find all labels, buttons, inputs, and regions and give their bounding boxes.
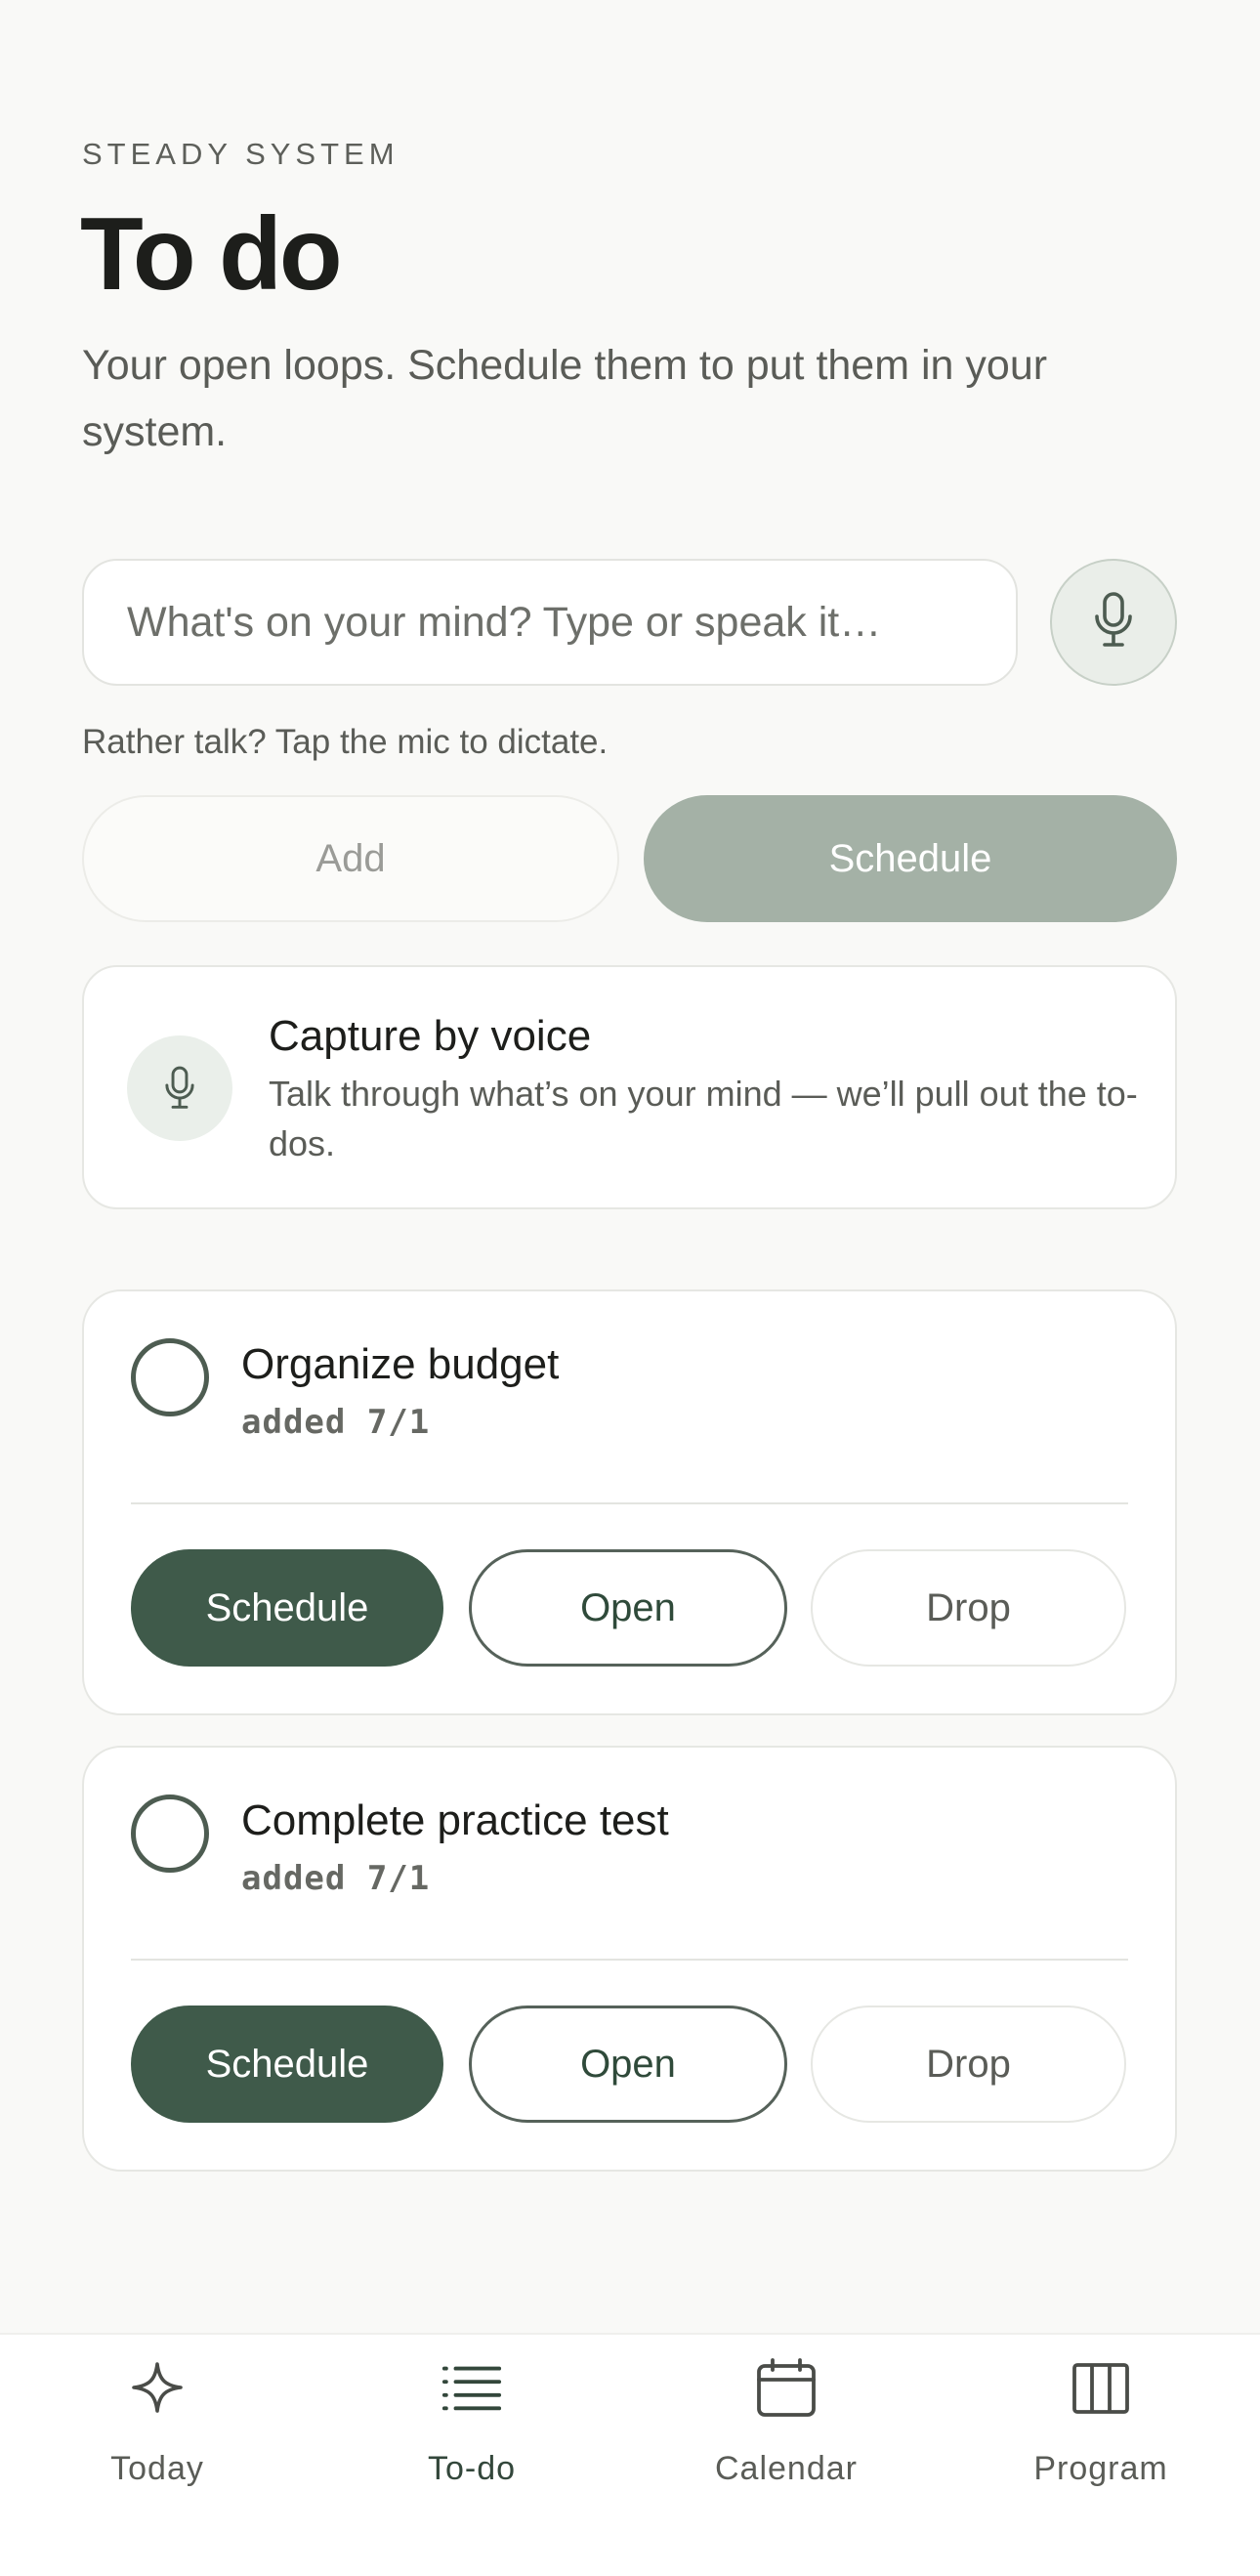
tab-label: To-do	[427, 2450, 517, 2487]
tab-todo[interactable]: To-do	[315, 2335, 629, 2576]
task-card: Complete practice test added 7/1 Schedul…	[82, 1746, 1177, 2172]
divider	[131, 1959, 1128, 1961]
task-schedule-button[interactable]: Schedule	[131, 2006, 443, 2123]
capture-by-voice-card[interactable]: Capture by voice Talk through what’s on …	[82, 965, 1177, 1209]
tab-today[interactable]: Today	[0, 2335, 315, 2576]
add-button[interactable]: Add	[82, 795, 619, 922]
task-open-button[interactable]: Open	[469, 1549, 787, 1667]
app-eyebrow: STEADY SYSTEM	[82, 137, 399, 171]
list-icon	[441, 2356, 503, 2419]
book-icon	[1070, 2356, 1132, 2419]
task-checkbox[interactable]	[131, 1795, 209, 1873]
tab-label: Calendar	[715, 2450, 858, 2487]
task-drop-button[interactable]: Drop	[811, 2006, 1126, 2123]
mic-button[interactable]	[1050, 559, 1177, 686]
capture-input[interactable]	[127, 598, 973, 647]
microphone-icon	[1092, 591, 1135, 655]
voice-card-description: Talk through what’s on your mind — we’ll…	[269, 1074, 1138, 1163]
page-subtitle: Your open loops. Schedule them to put th…	[82, 342, 1048, 455]
task-added-date: added 7/1	[241, 1859, 431, 1898]
page-title: To do	[80, 196, 343, 312]
task-title: Complete practice test	[241, 1796, 669, 1844]
bottom-tab-bar: Today To-do Calendar Program	[0, 2333, 1260, 2576]
task-drop-button[interactable]: Drop	[811, 1549, 1126, 1667]
task-checkbox[interactable]	[131, 1338, 209, 1416]
calendar-icon	[755, 2356, 818, 2419]
todo-screen: STEADY SYSTEM To do Your open loops. Sch…	[0, 0, 1260, 2576]
task-schedule-button[interactable]: Schedule	[131, 1549, 443, 1667]
microphone-icon	[127, 1035, 232, 1141]
task-added-date: added 7/1	[241, 1403, 431, 1442]
schedule-button[interactable]: Schedule	[644, 795, 1177, 922]
voice-card-title: Capture by voice	[269, 1012, 592, 1060]
sparkle-icon	[126, 2356, 189, 2419]
divider	[131, 1502, 1128, 1504]
tab-label: Program	[1033, 2450, 1168, 2487]
task-title: Organize budget	[241, 1340, 560, 1388]
task-open-button[interactable]: Open	[469, 2006, 787, 2123]
tab-program[interactable]: Program	[944, 2335, 1258, 2576]
task-card: Organize budget added 7/1 Schedule Open …	[82, 1289, 1177, 1715]
dictation-hint: Rather talk? Tap the mic to dictate.	[82, 723, 609, 761]
tab-calendar[interactable]: Calendar	[629, 2335, 944, 2576]
capture-input-container	[82, 559, 1018, 686]
tab-label: Today	[110, 2450, 204, 2487]
